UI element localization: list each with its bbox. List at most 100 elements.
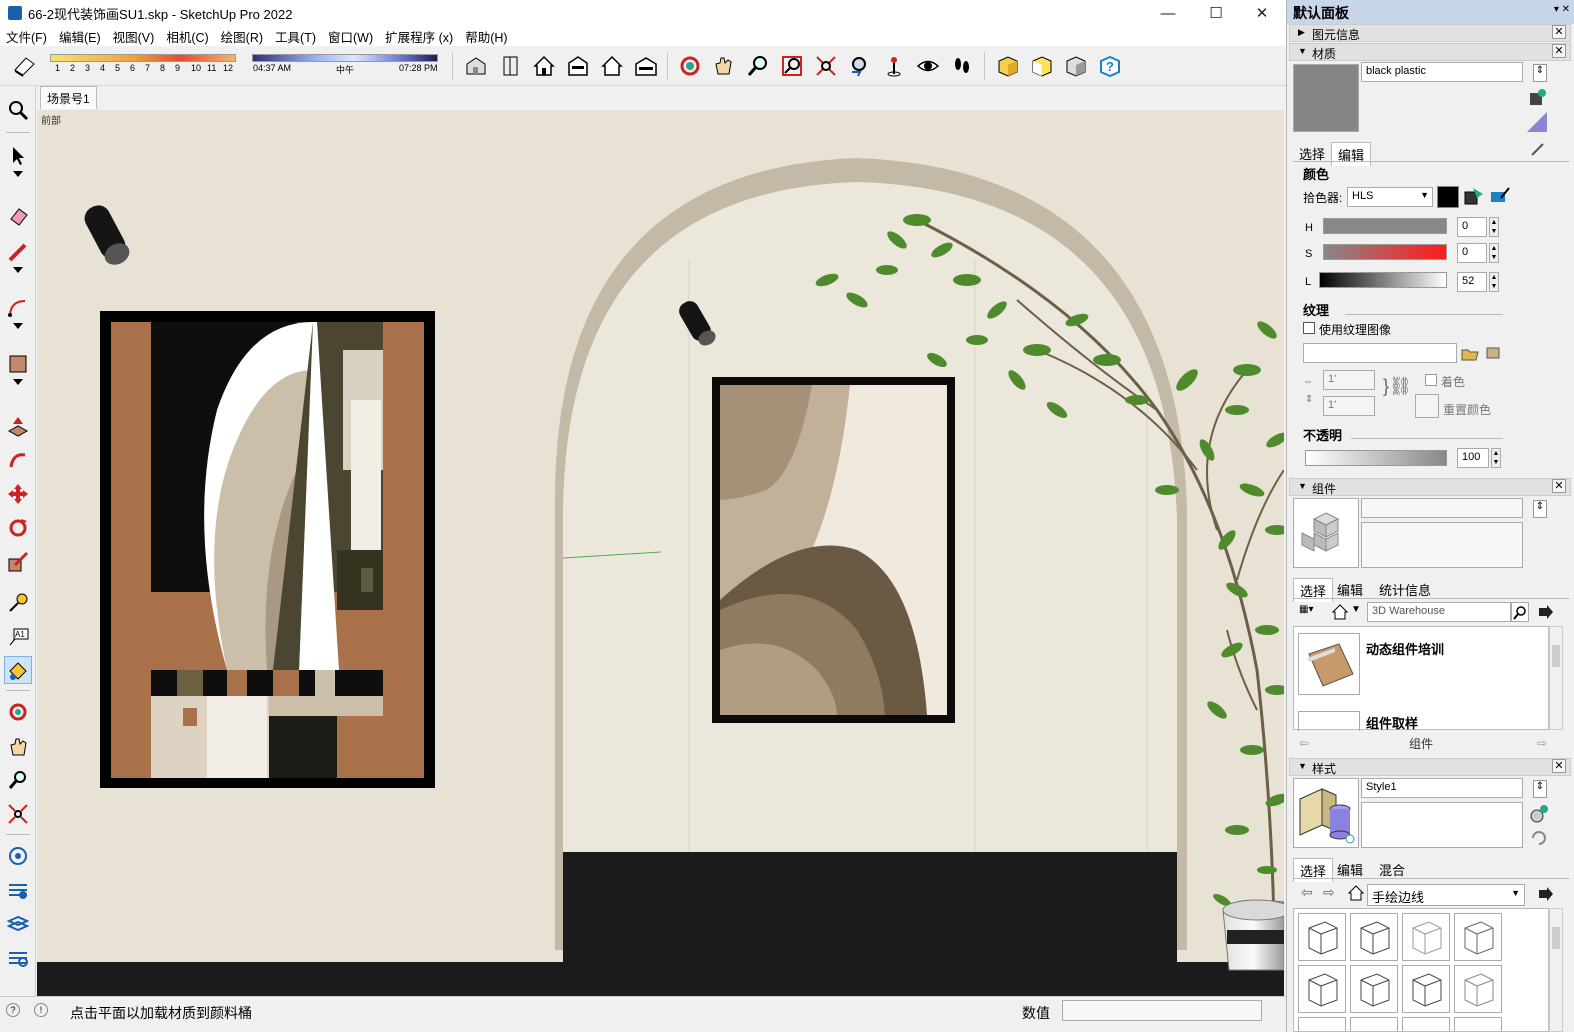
use-texture-checkbox[interactable] xyxy=(1303,322,1315,334)
chevron-down-icon[interactable] xyxy=(4,318,32,334)
chevron-down-icon[interactable] xyxy=(4,166,32,182)
components-header[interactable]: ▼ 组件 ✕ xyxy=(1289,478,1571,496)
list-item[interactable]: 组件取样 xyxy=(1366,713,1418,732)
entity-info-header[interactable]: ▶ 图元信息 ✕ xyxy=(1289,24,1571,42)
hue-slider[interactable] xyxy=(1323,218,1447,234)
look-around-icon[interactable] xyxy=(914,52,942,80)
style-collection-select[interactable]: 手绘边线 ▼ xyxy=(1367,884,1525,906)
style-swatch[interactable] xyxy=(1298,965,1346,1013)
forward-arrow-icon[interactable]: ⇨ xyxy=(1323,884,1335,901)
color-picker-select[interactable]: HLS ▼ xyxy=(1347,187,1433,207)
rotate-tool-icon[interactable] xyxy=(4,514,32,542)
pan-icon[interactable] xyxy=(4,732,32,760)
style-swatch[interactable] xyxy=(1402,965,1450,1013)
display-secondary-icon[interactable]: ⇕ xyxy=(1533,780,1547,798)
edit-texture-icon[interactable] xyxy=(1485,344,1503,362)
zoom-extents-icon[interactable] xyxy=(812,52,840,80)
scale-tool-icon[interactable] xyxy=(4,548,32,576)
shadow-toggle-icon[interactable] xyxy=(10,52,38,80)
lightness-slider[interactable] xyxy=(1319,272,1447,288)
zoom-icon[interactable] xyxy=(744,52,772,80)
folder-open-icon[interactable] xyxy=(1461,344,1479,362)
month-slider[interactable] xyxy=(50,54,236,62)
components-scrollbar[interactable] xyxy=(1549,626,1563,730)
component-description-field[interactable] xyxy=(1361,522,1523,568)
chevron-down-icon[interactable]: ▼ xyxy=(1351,604,1361,615)
colorize-checkbox[interactable] xyxy=(1425,374,1437,386)
list-item[interactable]: 动态组件培训 xyxy=(1366,639,1444,658)
left-view-icon[interactable] xyxy=(632,52,660,80)
spinner-icon[interactable]: ▲ ▼ xyxy=(1489,243,1499,263)
texture-width-field[interactable]: 1' xyxy=(1323,370,1375,390)
style-description-field[interactable] xyxy=(1361,802,1523,848)
close-button[interactable]: ✕ xyxy=(1239,0,1285,26)
view-options-icon[interactable]: ▦▾ xyxy=(1299,604,1321,622)
time-slider[interactable] xyxy=(252,54,438,62)
texture-path-field[interactable] xyxy=(1303,343,1457,363)
help-instructor-icon[interactable]: ? xyxy=(1096,52,1124,80)
back-arrow-icon[interactable]: ⇦ xyxy=(1299,736,1309,750)
xray-style-icon[interactable] xyxy=(994,52,1022,80)
minimize-button[interactable]: — xyxy=(1145,0,1191,26)
measurements-input[interactable] xyxy=(1062,1000,1262,1021)
search-icon[interactable] xyxy=(4,96,32,124)
layout-send-icon[interactable] xyxy=(4,910,32,938)
style-swatch[interactable] xyxy=(1298,1017,1346,1031)
component-search-input[interactable]: 3D Warehouse xyxy=(1367,602,1511,622)
aspect-lock-icon[interactable]: }⛓ xyxy=(1383,376,1412,397)
spinner-icon[interactable]: ▲ ▼ xyxy=(1489,217,1499,237)
zoom-extents-icon[interactable] xyxy=(4,800,32,828)
menu-edit[interactable]: 编辑(E) xyxy=(53,27,107,46)
styles-header[interactable]: ▼ 样式 ✕ xyxy=(1289,758,1571,776)
eraser-icon[interactable] xyxy=(4,202,32,230)
text-tool-icon[interactable]: A1 xyxy=(4,622,32,650)
chevron-down-icon[interactable] xyxy=(4,262,32,278)
list-item-thumbnail[interactable] xyxy=(1298,633,1360,695)
eyedropper-icon[interactable] xyxy=(1529,140,1547,158)
close-icon[interactable]: ✕ xyxy=(1552,479,1566,493)
styles-scrollbar[interactable] xyxy=(1549,908,1563,1032)
l-value-field[interactable]: 52 xyxy=(1457,272,1487,292)
opacity-value-field[interactable]: 100 xyxy=(1457,448,1489,468)
menu-camera[interactable]: 相机(C) xyxy=(160,27,214,46)
maximize-button[interactable]: ☐ xyxy=(1193,0,1239,26)
previous-view-icon[interactable] xyxy=(846,52,874,80)
close-icon[interactable]: ✕ xyxy=(1552,44,1566,58)
style-swatch[interactable] xyxy=(1350,965,1398,1013)
orbit-icon[interactable] xyxy=(4,698,32,726)
iso-view-icon[interactable] xyxy=(462,52,490,80)
style-swatch[interactable] xyxy=(1350,913,1398,961)
menu-draw[interactable]: 绘图(R) xyxy=(215,27,269,46)
default-material-icon[interactable] xyxy=(1527,112,1547,132)
create-material-icon[interactable] xyxy=(1527,88,1547,108)
display-secondary-icon[interactable]: ⇕ xyxy=(1533,64,1547,82)
spinner-icon[interactable]: ▲ ▼ xyxy=(1491,448,1501,468)
model-viewport[interactable]: 前部 xyxy=(37,110,1284,996)
follow-me-icon[interactable] xyxy=(4,446,32,474)
forward-arrow-icon[interactable] xyxy=(1537,886,1555,904)
materials-header[interactable]: ▼ 材质 ✕ xyxy=(1289,43,1571,61)
opacity-slider[interactable] xyxy=(1305,450,1447,466)
chevron-down-icon[interactable] xyxy=(4,374,32,390)
menu-view[interactable]: 视图(V) xyxy=(107,27,161,46)
forward-arrow-icon[interactable] xyxy=(1537,604,1555,622)
zoom-window-icon[interactable] xyxy=(778,52,806,80)
s-value-field[interactable]: 0 xyxy=(1457,243,1487,263)
extension-warehouse-icon[interactable] xyxy=(4,876,32,904)
list-item-thumbnail[interactable] xyxy=(1298,711,1360,731)
menu-extensions[interactable]: 扩展程序 (x) xyxy=(379,27,459,46)
style-swatch[interactable] xyxy=(1350,1017,1398,1031)
info-icon[interactable]: ! xyxy=(34,1003,48,1017)
create-style-icon[interactable] xyxy=(1529,804,1549,824)
menu-file[interactable]: 文件(F) xyxy=(0,27,53,46)
front-view-icon[interactable] xyxy=(530,52,558,80)
style-swatch[interactable] xyxy=(1402,1017,1450,1031)
menu-tools[interactable]: 工具(T) xyxy=(269,27,322,46)
back-view-icon[interactable] xyxy=(598,52,626,80)
close-icon[interactable]: ✕ xyxy=(1552,25,1566,39)
monochrome-style-icon[interactable] xyxy=(1062,52,1090,80)
search-icon[interactable] xyxy=(1511,602,1529,622)
style-swatch[interactable] xyxy=(1454,965,1502,1013)
shaded-style-icon[interactable] xyxy=(1028,52,1056,80)
tab-materials-edit[interactable]: 编辑 xyxy=(1331,142,1372,166)
